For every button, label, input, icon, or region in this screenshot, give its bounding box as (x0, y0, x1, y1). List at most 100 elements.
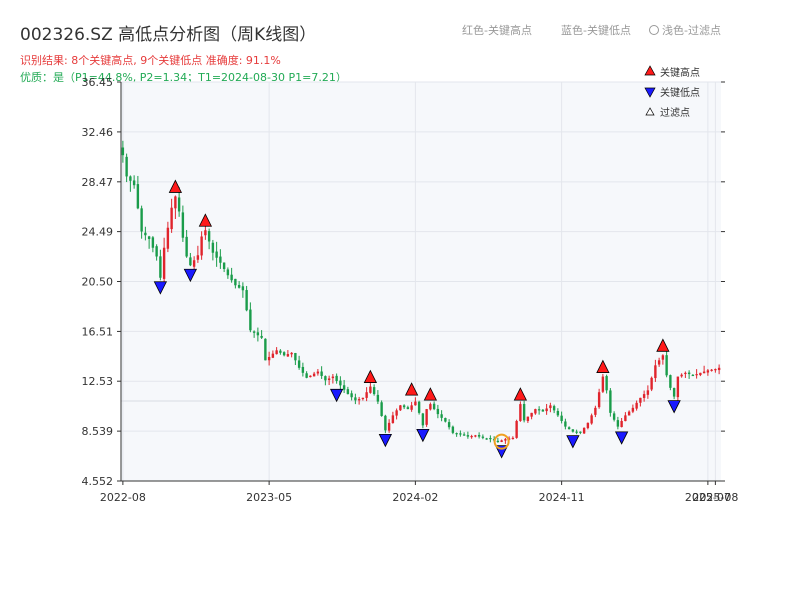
candle-body (406, 407, 410, 410)
candle-body (121, 147, 125, 156)
candle-body (125, 156, 128, 177)
candle-body (357, 399, 361, 401)
candle-body (260, 335, 263, 338)
y-tick-label: 28.47 (82, 176, 114, 189)
candle-body (485, 438, 488, 440)
y-tick-label: 24.49 (82, 226, 114, 239)
candle-body (421, 413, 425, 426)
candle-body (702, 371, 706, 374)
candle-body (282, 352, 286, 356)
candle-body (444, 417, 447, 422)
candle-body (612, 413, 616, 420)
candle-body (466, 435, 470, 437)
y-tick-label: 32.46 (82, 126, 114, 139)
candle-body (279, 350, 282, 353)
candle-body (504, 439, 507, 441)
candle-body (342, 385, 346, 390)
candle-body (241, 286, 245, 291)
candle-body (204, 230, 207, 236)
candle-body (207, 231, 211, 242)
candle-body (526, 416, 530, 421)
candle-body (624, 415, 627, 422)
candle-body (556, 410, 560, 416)
candle-body (316, 371, 320, 374)
y-tick-label: 12.53 (82, 375, 114, 388)
candle-body (717, 367, 721, 371)
candle-body (590, 415, 593, 424)
candle-body (327, 378, 331, 381)
candle-body (672, 388, 676, 397)
candle-body (297, 360, 301, 368)
candle-body (549, 405, 552, 409)
candle-body (290, 352, 293, 355)
candle-body (496, 440, 500, 443)
candle-body (710, 369, 713, 371)
legend-high-icon (644, 65, 656, 76)
candle-body (391, 415, 395, 424)
candle-body (200, 236, 203, 256)
candle-body (147, 236, 151, 239)
candle-body (136, 184, 140, 209)
candle-body (650, 377, 653, 390)
candle-body (575, 431, 578, 433)
candle-body (642, 394, 646, 398)
candle-body (369, 386, 372, 393)
candle-body (264, 338, 267, 361)
candle-body (657, 360, 661, 365)
candle-body (294, 352, 297, 361)
candle-body (470, 435, 473, 438)
candle-body (177, 197, 181, 212)
candle-body (185, 236, 188, 257)
y-tick-label: 4.552 (82, 475, 114, 488)
candle-body (324, 376, 327, 381)
candle-body (477, 434, 481, 437)
candle-body (706, 370, 710, 373)
candle-body (402, 405, 406, 408)
candle-body (560, 415, 563, 421)
candle-body (436, 408, 440, 415)
candle-body (312, 373, 316, 377)
candle-body (635, 402, 638, 409)
candle-body (537, 409, 541, 411)
candle-body (395, 410, 398, 416)
candle-body (522, 403, 526, 421)
candle-body (691, 374, 695, 377)
candle-body (320, 371, 323, 376)
candle-body (132, 180, 136, 186)
candle-body (541, 409, 545, 412)
candle-body (166, 227, 170, 249)
candle-body (305, 373, 308, 378)
candlestick-chart: 4.552 8.539 12.53 16.51 20.50 24.49 28.47 32.46… (82, 65, 738, 504)
candle-body (567, 427, 571, 430)
candle-body (162, 247, 166, 279)
candle-body (582, 427, 586, 434)
candle-body (474, 435, 477, 437)
candle-body (530, 412, 533, 417)
candle-body (639, 397, 642, 403)
candle-body (500, 440, 503, 442)
candle-body (459, 433, 462, 435)
candle-body (425, 409, 428, 425)
candle-body (511, 437, 515, 440)
candle-body (579, 431, 582, 433)
candle-body (481, 436, 485, 438)
candle-body (380, 402, 383, 416)
candle-body (286, 354, 290, 357)
x-tick-label: 2024-02 (392, 491, 438, 504)
candle-body (387, 422, 391, 431)
candle-body (350, 393, 353, 398)
candle-body (192, 260, 196, 267)
candle-body (515, 420, 518, 438)
candle-body (665, 355, 668, 376)
candle-body (609, 390, 612, 413)
candle-body (714, 369, 717, 371)
legend-label: 过滤点 (660, 106, 690, 119)
candle-body (605, 376, 608, 391)
candle-body (414, 401, 417, 406)
candle-body (222, 262, 226, 270)
candle-body (339, 380, 342, 386)
candle-body (646, 390, 650, 395)
legend-label: 关键低点 (660, 86, 700, 99)
y-tick-label: 8.539 (82, 425, 114, 438)
candle-body (680, 374, 683, 377)
